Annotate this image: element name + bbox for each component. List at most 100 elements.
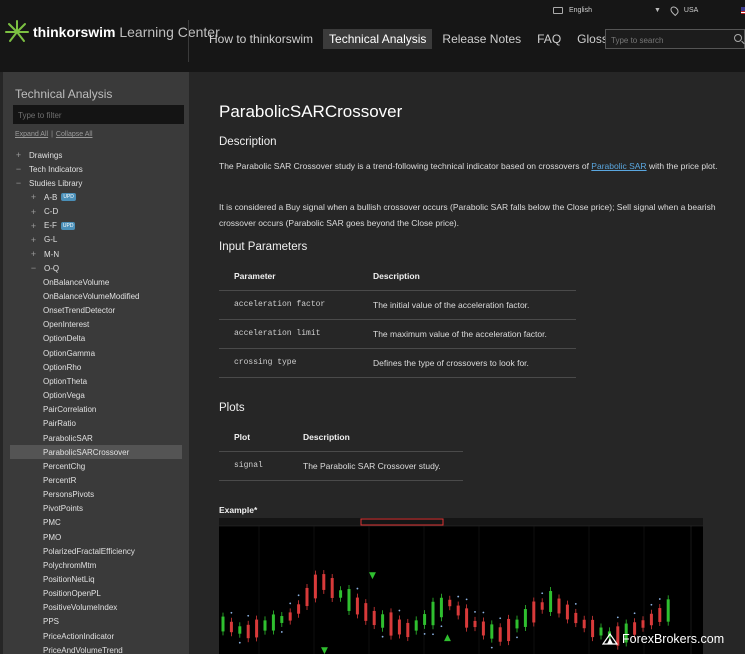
- sidebar-item[interactable]: PersonsPivots: [43, 488, 94, 502]
- example-label: Example*: [219, 505, 258, 515]
- language-select[interactable]: English: [569, 7, 592, 14]
- nav-faq[interactable]: FAQ: [531, 29, 567, 49]
- sidebar-item[interactable]: OnBalanceVolumeModified: [43, 290, 140, 304]
- plots-table: Plot Description signal The Parabolic SA…: [219, 423, 463, 481]
- expand-icon[interactable]: +: [30, 207, 37, 217]
- sidebar-item-label: PositionOpenPL: [43, 589, 101, 599]
- column-header-parameter: Parameter: [219, 262, 358, 291]
- sidebar-item[interactable]: ParabolicSARCrossover: [10, 445, 182, 460]
- table-row: acceleration limit The maximum value of …: [219, 319, 576, 349]
- nav-technical-analysis[interactable]: Technical Analysis: [323, 29, 433, 49]
- sidebar-item[interactable]: OnBalanceVolume: [43, 275, 109, 289]
- sidebar-item-label: PolarizedFractalEfficiency: [43, 546, 135, 556]
- sidebar-item[interactable]: PriceActionIndicator: [43, 629, 114, 643]
- sidebar-item-label: PPS: [43, 617, 60, 627]
- sidebar-item[interactable]: OpenInterest: [43, 318, 89, 332]
- sidebar-item-label: Tech Indicators: [29, 164, 83, 174]
- expand-icon[interactable]: +: [30, 221, 37, 231]
- sidebar-item[interactable]: + C-D: [30, 205, 58, 219]
- collapse-icon[interactable]: −: [15, 164, 22, 174]
- sidebar-item[interactable]: OptionGamma: [43, 346, 95, 360]
- sidebar-item[interactable]: PPS: [43, 615, 59, 629]
- expand-icon[interactable]: +: [30, 192, 37, 202]
- sidebar-item-label: PercentR: [43, 475, 77, 485]
- collapse-all-link[interactable]: Collapse All: [56, 131, 93, 138]
- sidebar-item[interactable]: PivotPoints: [43, 502, 83, 516]
- column-header-description: Description: [288, 423, 463, 452]
- nav-release-notes[interactable]: Release Notes: [436, 29, 527, 49]
- page-title: ParabolicSARCrossover: [219, 102, 403, 121]
- sidebar-item[interactable]: PercentR: [43, 473, 76, 487]
- plots-heading: Plots: [219, 402, 245, 414]
- table-row: acceleration factor The initial value of…: [219, 290, 576, 320]
- sidebar-item[interactable]: PairCorrelation: [43, 403, 96, 417]
- sidebar-item-label: M-N: [44, 249, 60, 259]
- sidebar-item[interactable]: PairRatio: [43, 417, 76, 431]
- sidebar-item[interactable]: OptionVega: [43, 389, 85, 403]
- search-icon[interactable]: [734, 34, 742, 42]
- sidebar-item[interactable]: − Studies Library: [15, 176, 83, 190]
- sidebar-item[interactable]: PositionNetLiq: [43, 573, 95, 587]
- description-text-1: The Parabolic SAR Crossover study is a t…: [219, 161, 592, 171]
- parameter-description: The maximum value of the acceleration fa…: [358, 319, 576, 349]
- collapse-icon[interactable]: −: [15, 178, 22, 188]
- language-icon: [553, 7, 563, 14]
- watermark: ForexBrokers.com: [601, 632, 724, 646]
- sidebar-item[interactable]: OptionDelta: [43, 332, 85, 346]
- sidebar-item[interactable]: + E-F UPD: [30, 219, 76, 233]
- expand-icon[interactable]: +: [30, 235, 37, 245]
- sidebar-item-label: OpenInterest: [43, 320, 90, 330]
- description-paragraph-1: The Parabolic SAR Crossover study is a t…: [219, 158, 729, 174]
- site-header: thinkorswim Learning Center English ▼ US…: [0, 0, 745, 72]
- sidebar-item[interactable]: ParabolicSAR: [43, 431, 93, 445]
- sidebar-item-label: PercentChg: [43, 461, 86, 471]
- sidebar-item-label: OptionTheta: [43, 376, 88, 386]
- chevron-down-icon[interactable]: ▼: [654, 7, 661, 14]
- sidebar-title: Technical Analysis: [15, 87, 113, 101]
- sidebar-item[interactable]: PolychromMtm: [43, 558, 96, 572]
- sidebar-item[interactable]: OnsetTrendDetector: [43, 304, 115, 318]
- sidebar-item[interactable]: PositiveVolumeIndex: [43, 601, 117, 615]
- sidebar-item[interactable]: + A-B UPD: [30, 190, 76, 204]
- input-parameters-table: Parameter Description acceleration facto…: [219, 262, 576, 378]
- column-header-description: Description: [358, 262, 576, 291]
- sidebar-item-label: PriceAndVolumeTrend: [43, 645, 123, 654]
- sidebar-item-label: OptionGamma: [43, 348, 96, 358]
- sidebar-item-label: OnsetTrendDetector: [43, 306, 116, 316]
- sidebar-item[interactable]: − O-Q: [30, 261, 59, 275]
- sidebar-item[interactable]: PolarizedFractalEfficiency: [43, 544, 135, 558]
- sidebar-item[interactable]: PMO: [43, 530, 61, 544]
- sidebar-item[interactable]: − Tech Indicators: [15, 162, 83, 176]
- parabolic-sar-link[interactable]: Parabolic SAR: [591, 161, 646, 171]
- forexbrokers-logo-icon: [601, 632, 619, 645]
- filter-input[interactable]: [13, 106, 184, 125]
- sidebar-item-label: OnBalanceVolumeModified: [43, 292, 140, 301]
- sidebar-item[interactable]: + M-N: [30, 247, 59, 261]
- sidebar: Technical Analysis Expand All|Collapse A…: [3, 72, 189, 654]
- expand-icon[interactable]: +: [15, 150, 22, 160]
- country-select[interactable]: USA: [684, 7, 698, 14]
- search-input[interactable]: [606, 31, 726, 50]
- sidebar-item[interactable]: + G-L: [30, 233, 57, 247]
- svg-text:▼: ▼: [369, 571, 376, 581]
- sidebar-item[interactable]: PositionOpenPL: [43, 587, 101, 601]
- sidebar-item[interactable]: OptionRho: [43, 360, 81, 374]
- sidebar-item[interactable]: PriceAndVolumeTrend: [43, 643, 123, 654]
- sidebar-item[interactable]: PMC: [43, 516, 61, 530]
- sidebar-item-label: PairCorrelation: [43, 405, 97, 415]
- sidebar-item[interactable]: PercentChg: [43, 459, 85, 473]
- sidebar-item-label: PositiveVolumeIndex: [43, 603, 118, 613]
- sidebar-item-label: A-B: [44, 192, 58, 202]
- table-header-row: Plot Description: [219, 423, 463, 452]
- sidebar-item-label: PairRatio: [43, 419, 76, 429]
- sidebar-item[interactable]: OptionTheta: [43, 374, 87, 388]
- sidebar-item-label: Studies Library: [29, 178, 83, 188]
- sidebar-item[interactable]: + Drawings: [15, 148, 62, 162]
- parameter-name: acceleration limit: [219, 319, 358, 349]
- expand-icon[interactable]: +: [30, 249, 37, 259]
- nav-how-to[interactable]: How to thinkorswim: [203, 29, 319, 49]
- expand-all-link[interactable]: Expand All: [15, 131, 48, 138]
- collapse-icon[interactable]: −: [30, 263, 37, 273]
- us-flag-icon[interactable]: [741, 7, 745, 14]
- sidebar-item-label: Drawings: [29, 150, 63, 160]
